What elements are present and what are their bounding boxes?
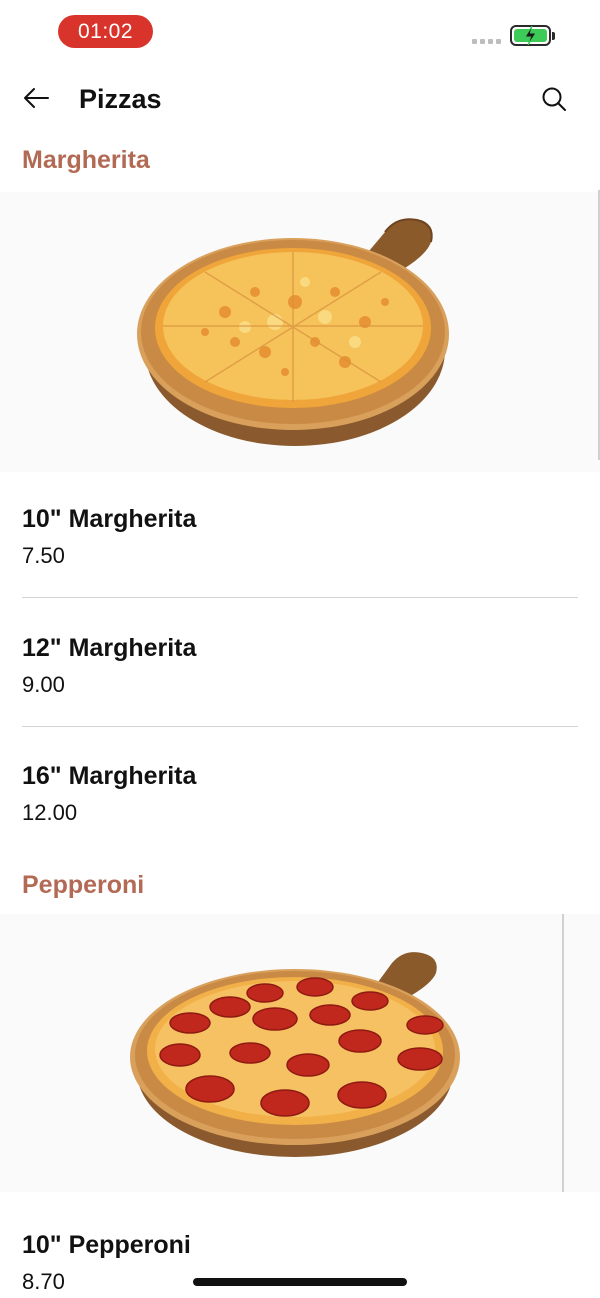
menu-item[interactable]: 12" Margherita 9.00: [22, 634, 578, 763]
pepperoni-pizza-image[interactable]: [0, 914, 600, 1192]
battery-charging-icon: [510, 25, 551, 46]
status-time: 01:02: [58, 15, 153, 48]
signal-dots-icon: [472, 39, 501, 44]
category-title-margherita: Margherita: [22, 146, 150, 174]
item-price: 8.70: [22, 1269, 65, 1294]
item-name: 16" Margherita: [22, 762, 197, 790]
menu-item[interactable]: 10" Pepperoni 8.70: [22, 1231, 578, 1298]
battery-nub: [552, 32, 555, 40]
item-name: 10" Pepperoni: [22, 1231, 191, 1259]
menu-item[interactable]: 10" Margherita 7.50: [22, 505, 578, 634]
item-price: 12.00: [22, 800, 78, 825]
home-indicator[interactable]: [193, 1278, 407, 1286]
item-price: 7.50: [22, 543, 65, 568]
divider: [22, 597, 578, 598]
back-button[interactable]: [18, 80, 54, 116]
status-bar: 01:02: [0, 0, 600, 62]
scroll-indicator: [562, 914, 564, 1192]
page-title: Pizzas: [79, 84, 162, 114]
arrow-left-icon: [24, 88, 49, 108]
item-price: 9.00: [22, 672, 65, 697]
divider: [22, 726, 578, 727]
search-button[interactable]: [535, 80, 573, 118]
category-title-pepperoni: Pepperoni: [22, 871, 145, 899]
screen: 01:02 Pizzas Margherita 10" Margherita 7…: [0, 0, 600, 1298]
margherita-pizza-image[interactable]: [0, 192, 600, 472]
item-name: 10" Margherita: [22, 505, 197, 533]
search-icon: [542, 87, 566, 111]
item-name: 12" Margherita: [22, 634, 197, 662]
app-header: Pizzas: [0, 62, 600, 134]
